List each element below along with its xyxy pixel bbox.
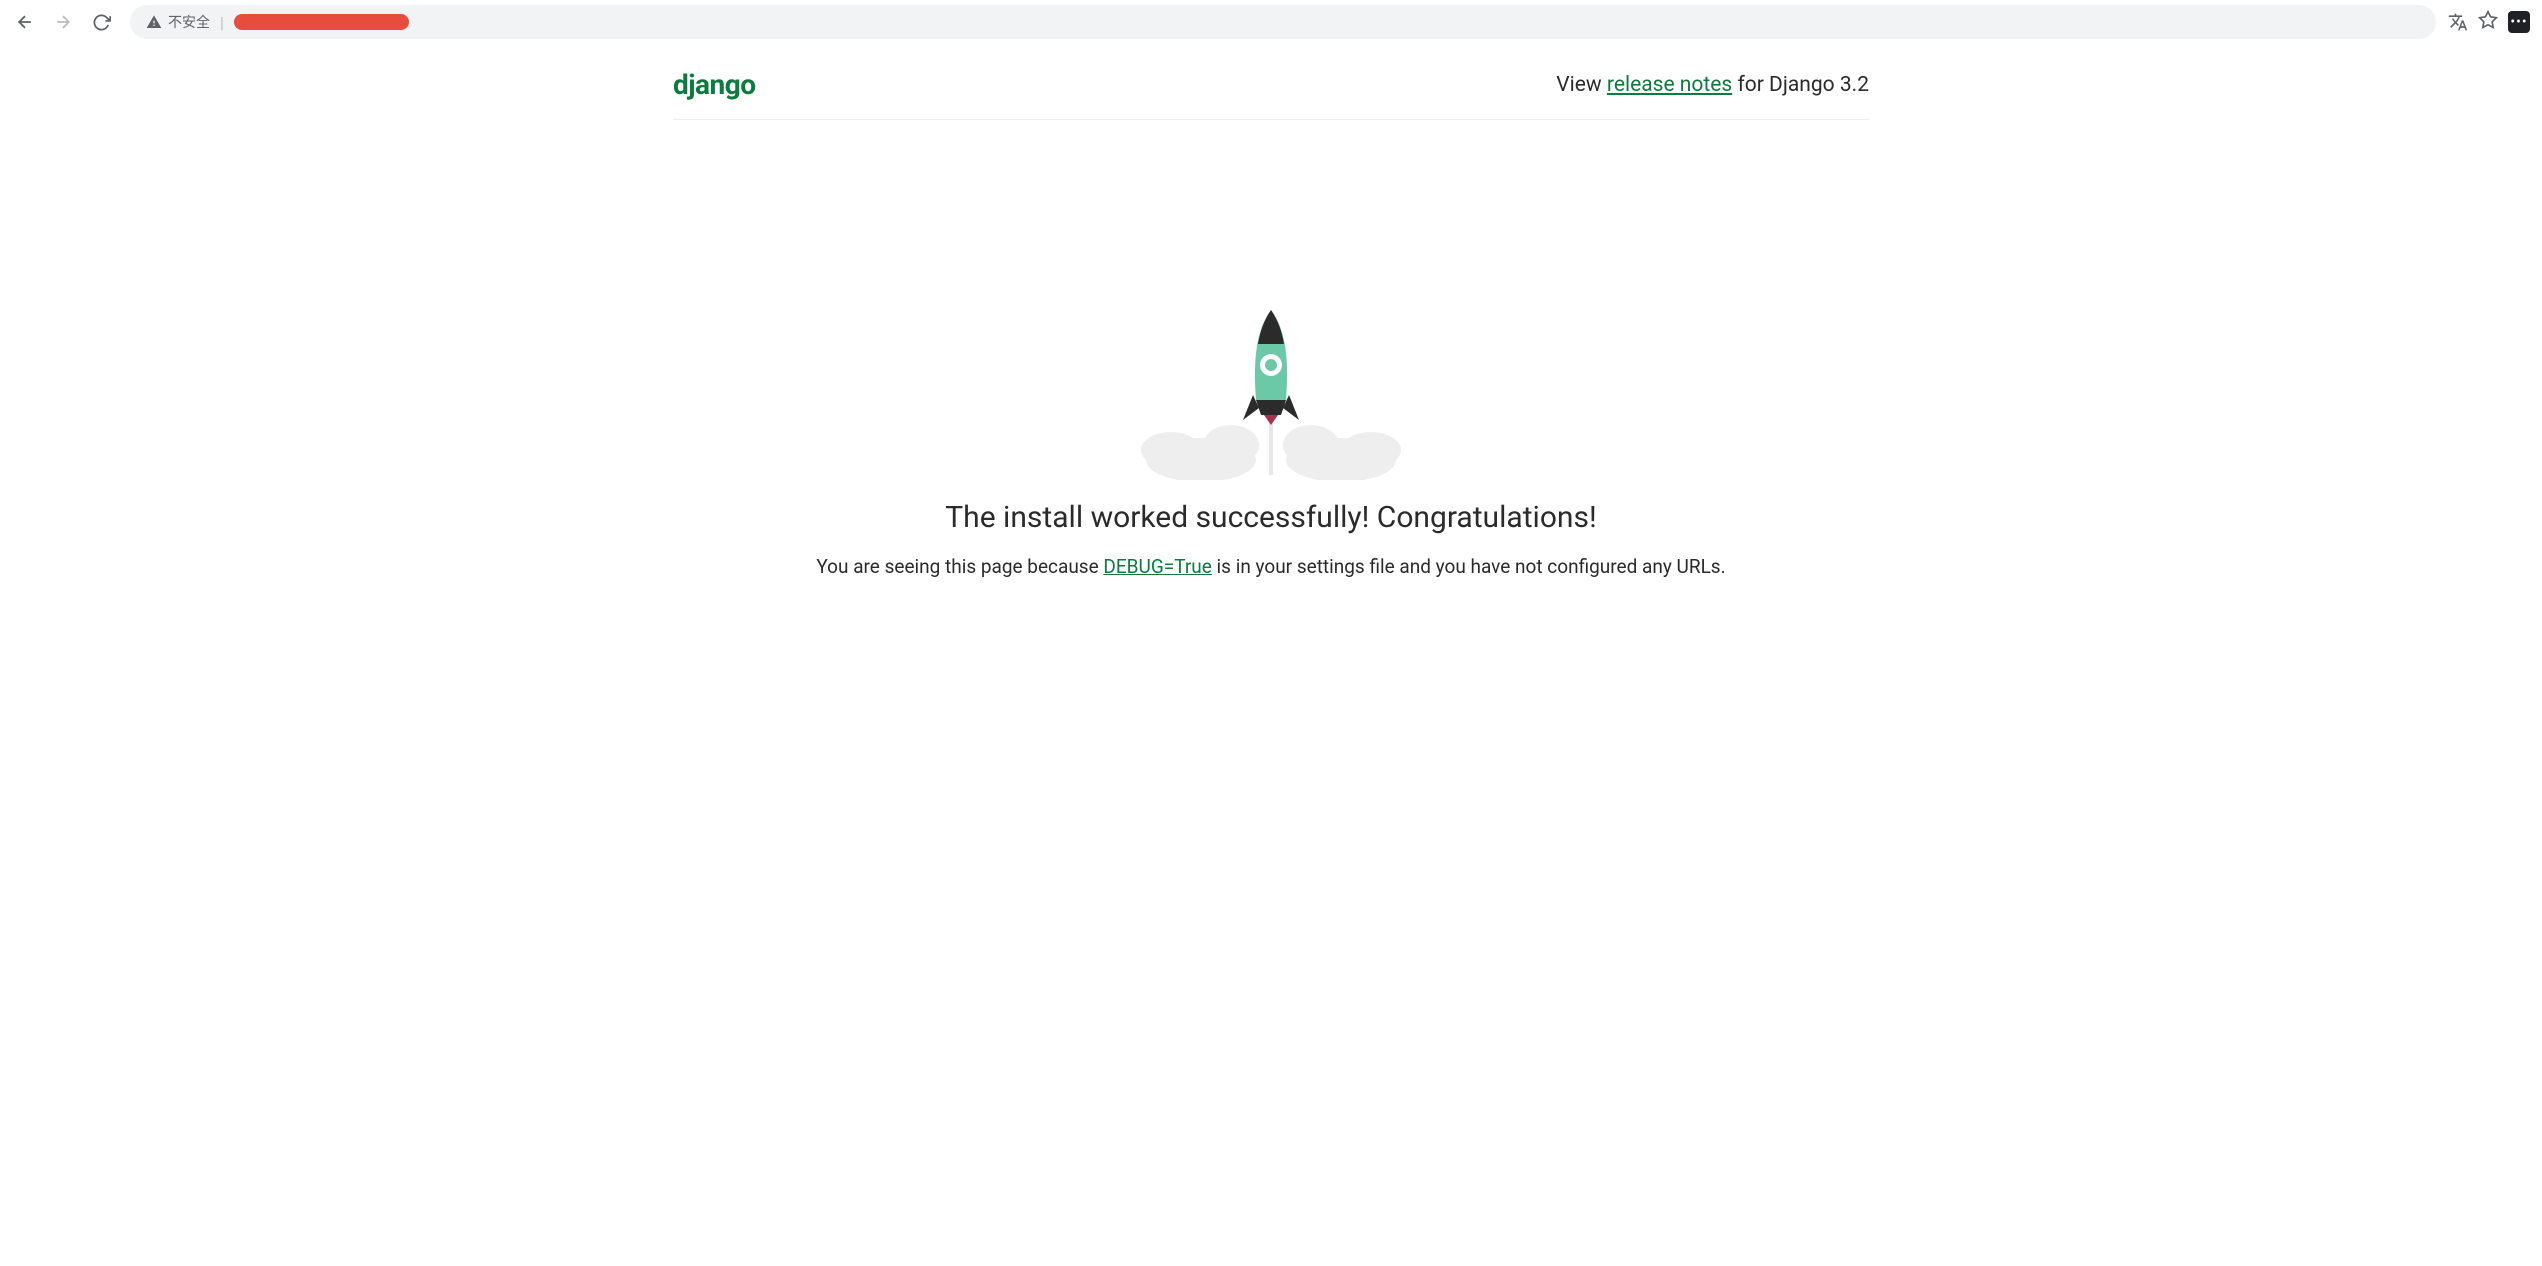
rocket-illustration (1101, 300, 1441, 480)
page-content: django View release notes for Django 3.2 (0, 44, 2542, 582)
browser-toolbar: 不安全 | ••• (0, 0, 2542, 44)
reload-button[interactable] (84, 5, 118, 39)
django-logo: django (673, 68, 756, 101)
translate-icon[interactable] (2448, 12, 2468, 32)
address-divider: | (220, 13, 224, 32)
toolbar-right: ••• (2448, 10, 2534, 35)
for-django-text: for Django 3.2 (1732, 73, 1869, 97)
view-text: View (1556, 73, 1607, 97)
subtext: You are seeing this page because DEBUG=T… (0, 553, 2542, 582)
main-section: The install worked successfully! Congrat… (0, 120, 2542, 582)
subtext-before: You are seeing this page because (816, 555, 1103, 578)
headline: The install worked successfully! Congrat… (0, 500, 2542, 535)
forward-button[interactable] (46, 5, 80, 39)
security-text: 不安全 (168, 12, 210, 32)
address-bar[interactable]: 不安全 | (130, 5, 2436, 39)
bookmark-star-icon[interactable] (2478, 10, 2498, 35)
django-header: django View release notes for Django 3.2 (673, 44, 1869, 120)
warning-icon (146, 14, 162, 30)
back-button[interactable] (8, 5, 42, 39)
debug-link[interactable]: DEBUG=True (1103, 555, 1211, 578)
extension-icon[interactable]: ••• (2508, 11, 2530, 33)
subtext-after: is in your settings file and you have no… (1212, 555, 1726, 578)
release-notes-link[interactable]: release notes (1607, 73, 1732, 97)
release-notes-text: View release notes for Django 3.2 (1556, 73, 1869, 97)
url-redacted (234, 14, 409, 30)
security-indicator[interactable]: 不安全 (146, 12, 210, 32)
